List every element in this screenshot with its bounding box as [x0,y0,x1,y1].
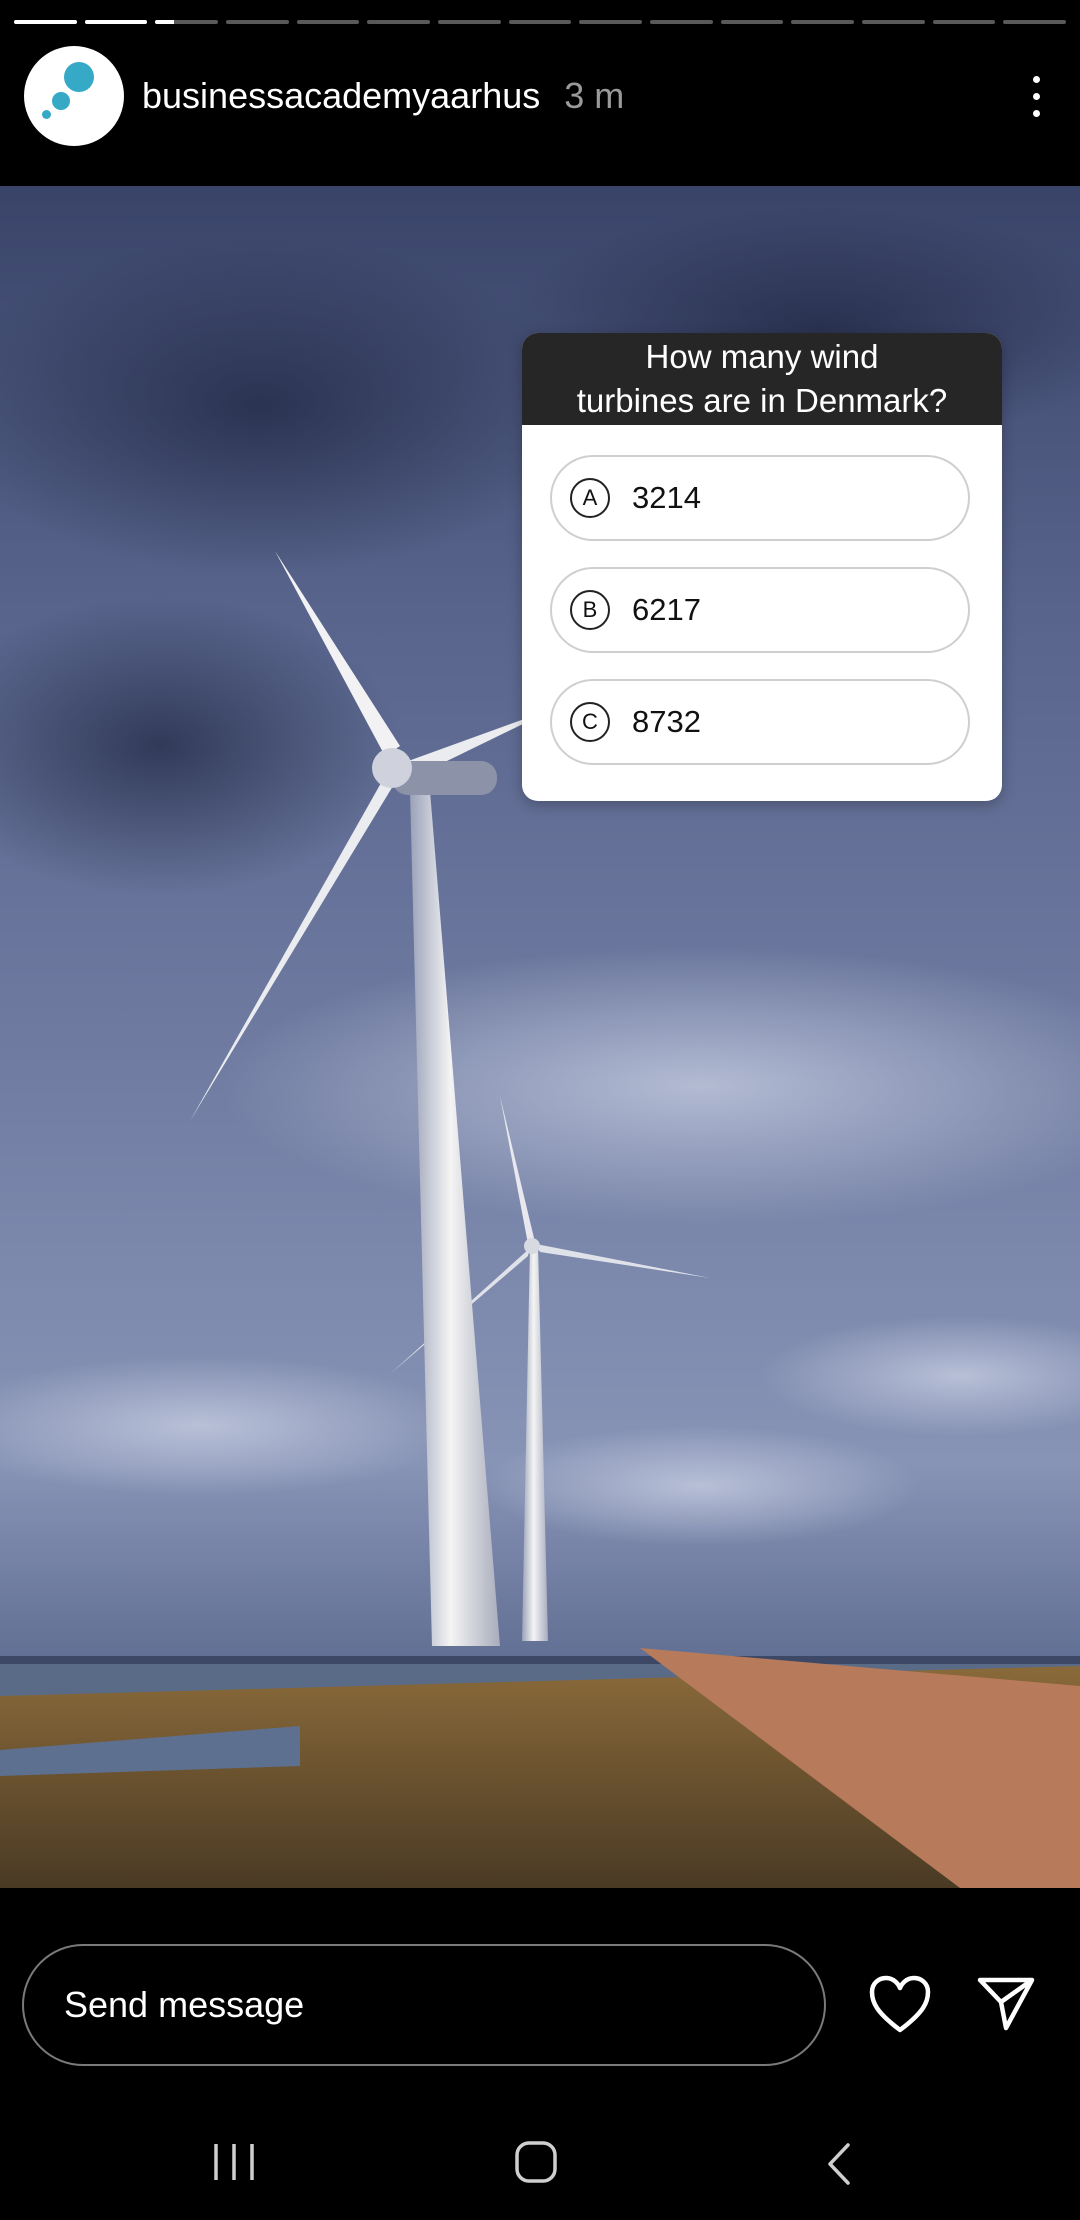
option-value: 3214 [632,480,701,515]
logo-dot-medium [52,92,70,110]
quiz-option-b[interactable]: B 6217 [550,567,970,653]
home-icon[interactable] [514,2140,558,2184]
send-icon[interactable] [976,1974,1036,2032]
progress-segment [1003,20,1067,24]
more-vertical-icon[interactable] [1016,66,1056,126]
progress-segment [650,20,713,24]
progress-segment [155,20,219,24]
progress-segment [226,20,289,24]
post-time: 3 m [564,75,625,116]
account-name[interactable]: businessacademyaarhus [142,75,540,117]
progress-segment [367,20,431,24]
progress-segment [438,20,501,24]
avatar[interactable] [24,46,124,146]
heart-icon[interactable] [868,1974,932,2036]
logo-dot-large [64,62,94,92]
progress-segment [720,20,784,24]
send-message-input[interactable]: Send message [22,1944,826,2066]
option-value: 6217 [632,592,701,627]
quiz-option-a[interactable]: A 3214 [550,455,970,541]
story-progress-bar [14,20,1067,26]
recents-icon[interactable] [212,2142,256,2182]
quiz-option-c[interactable]: C 8732 [550,679,970,765]
progress-segment [932,20,996,24]
option-value: 8732 [632,704,701,739]
system-nav-bar [0,2120,1080,2200]
progress-segment [791,20,855,24]
option-letter: A [570,478,610,518]
option-letter: C [570,702,610,742]
progress-segment [296,20,360,24]
progress-segment [579,20,643,24]
story-header: businessacademyaarhus 3 m [24,44,1056,148]
progress-segment [14,20,77,24]
quiz-question: How many wind turbines are in Denmark? [522,333,1002,425]
quiz-sticker[interactable]: How many wind turbines are in Denmark? A… [522,333,1002,801]
progress-segment [508,20,572,24]
back-icon[interactable] [826,2142,852,2186]
progress-segment [84,20,148,24]
message-placeholder: Send message [64,1984,305,2025]
option-letter: B [570,590,610,630]
logo-dot-small [42,110,51,119]
progress-segment [862,20,925,24]
